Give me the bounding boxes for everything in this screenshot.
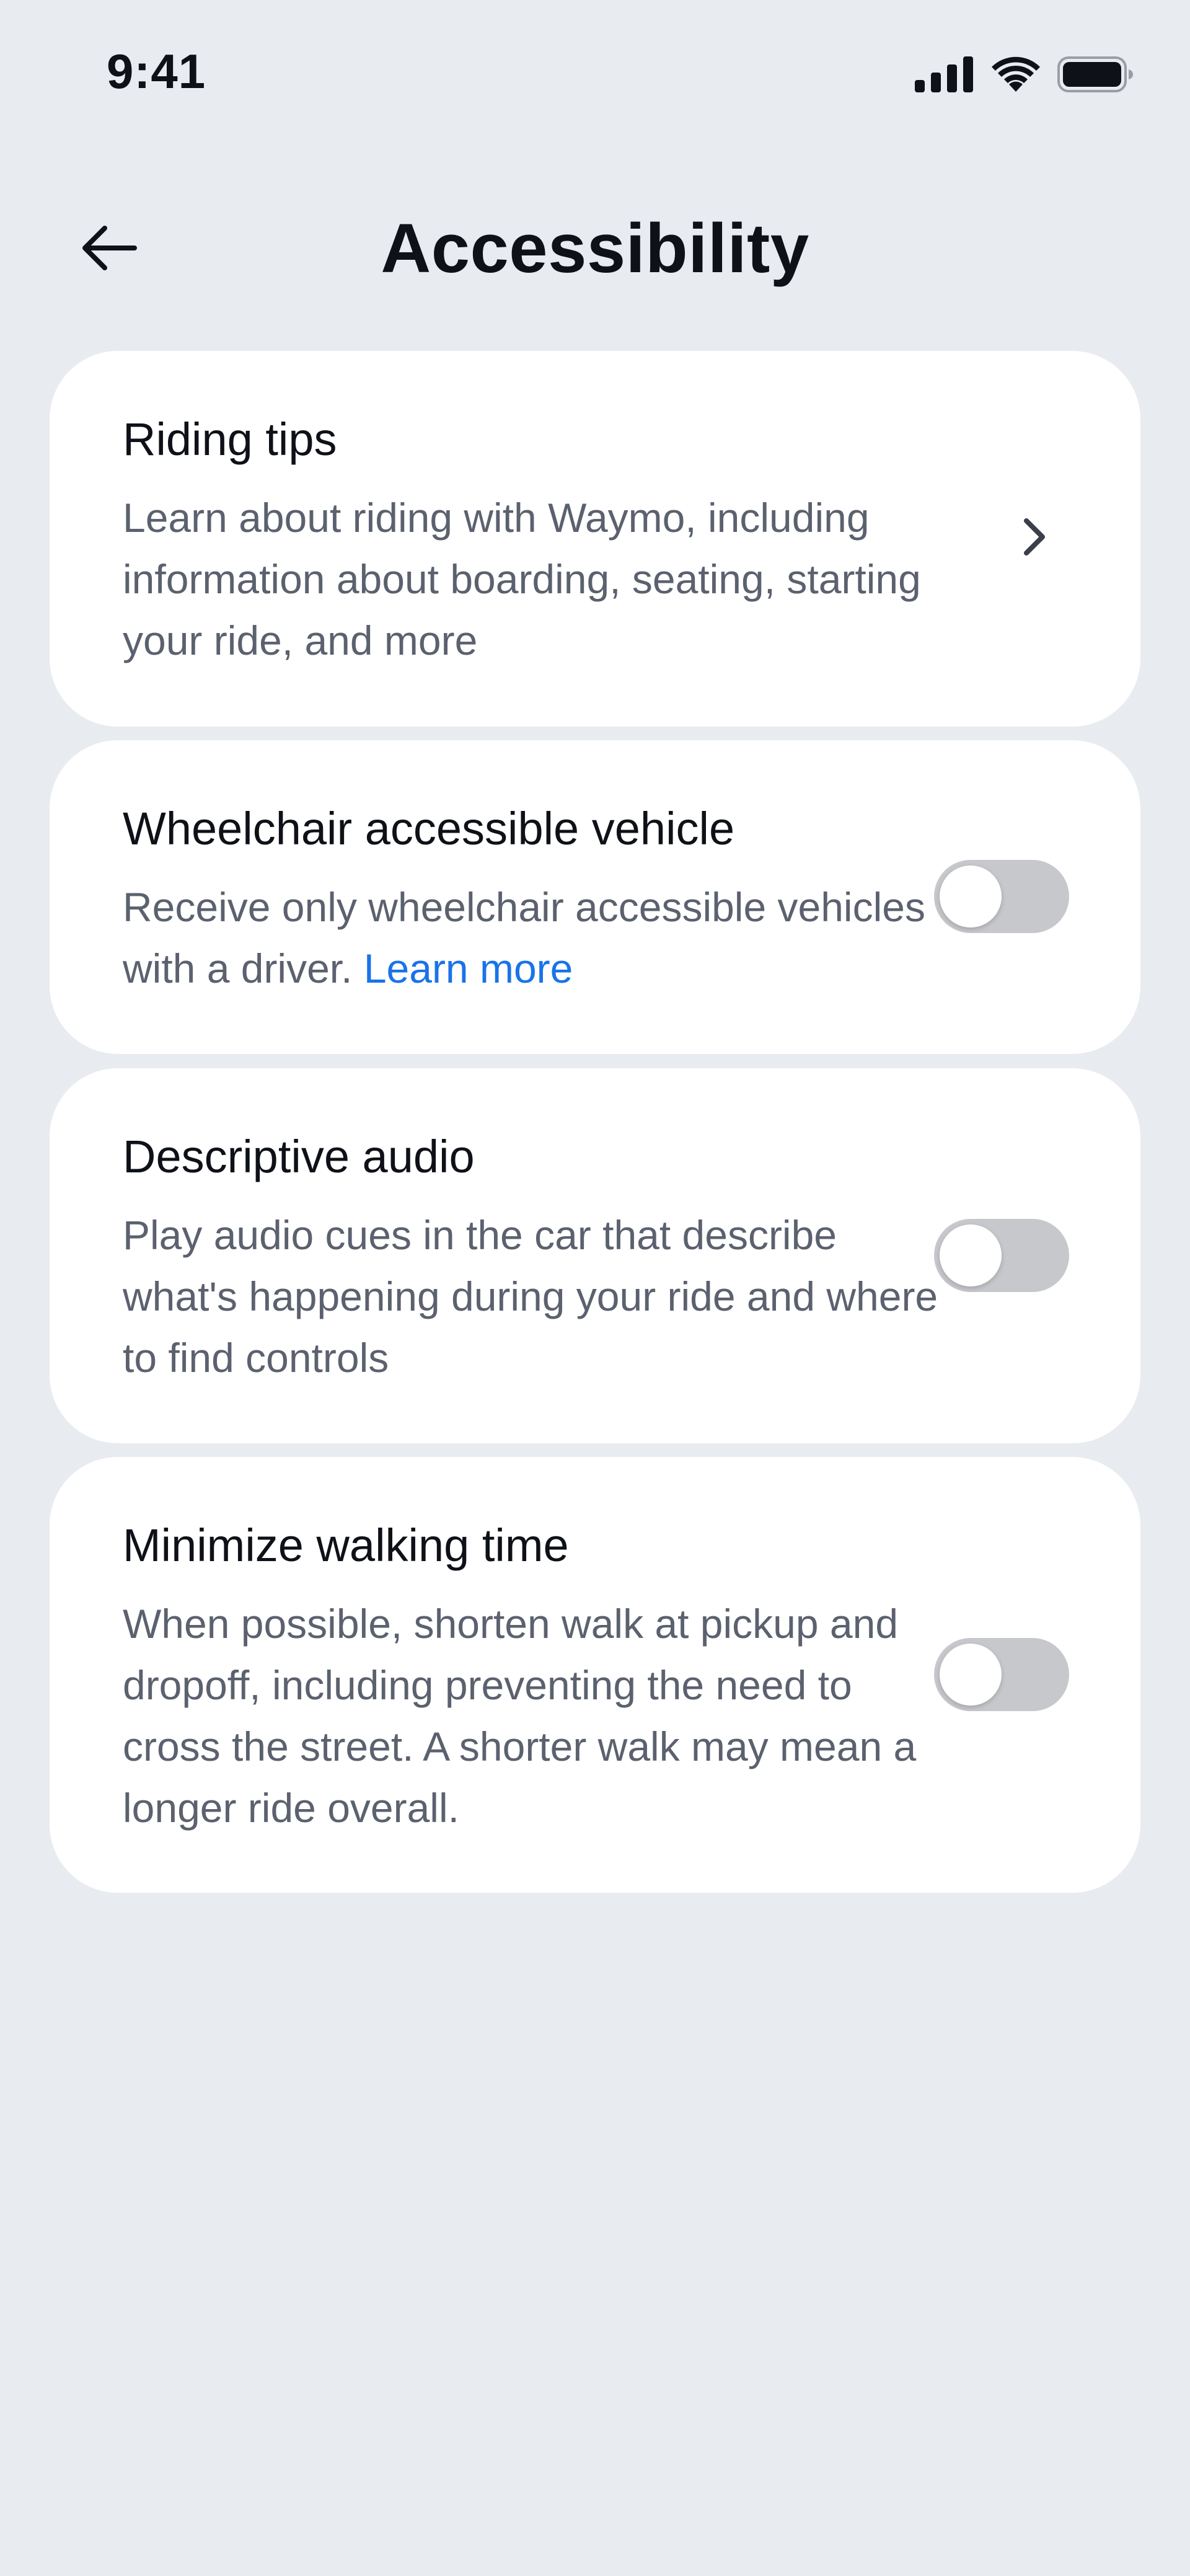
minimize-walking-toggle[interactable] bbox=[934, 1638, 1069, 1711]
wheelchair-vehicle-card: Wheelchair accessible vehicle Receive on… bbox=[50, 740, 1140, 1054]
riding-tips-title: Riding tips bbox=[123, 414, 337, 465]
riding-tips-card[interactable]: Riding tips Learn about riding with Waym… bbox=[50, 351, 1140, 727]
minimize-walking-title: Minimize walking time bbox=[123, 1520, 569, 1571]
status-icons bbox=[915, 56, 1134, 93]
descriptive-audio-description: Play audio cues in the car that describe… bbox=[123, 1212, 938, 1381]
toggle-knob bbox=[940, 865, 1002, 927]
descriptive-audio-toggle[interactable] bbox=[934, 1219, 1069, 1292]
wheelchair-vehicle-toggle[interactable] bbox=[934, 860, 1069, 933]
status-bar: 9:41 bbox=[0, 0, 1190, 149]
page-title: Accessibility bbox=[381, 210, 809, 287]
wifi-icon bbox=[992, 56, 1040, 92]
minimize-walking-description: When possible, shorten walk at pickup an… bbox=[123, 1601, 917, 1831]
riding-tips-chevron[interactable] bbox=[1004, 506, 1066, 568]
descriptive-audio-card: Descriptive audio Play audio cues in the… bbox=[50, 1068, 1140, 1443]
wheelchair-vehicle-description: Receive only wheelchair accessible vehic… bbox=[123, 877, 947, 999]
toggle-knob bbox=[940, 1644, 1002, 1706]
battery-icon bbox=[1057, 56, 1133, 92]
header: Accessibility bbox=[0, 186, 1190, 310]
wheelchair-vehicle-title: Wheelchair accessible vehicle bbox=[123, 803, 735, 854]
minimize-walking-card: Minimize walking time When possible, sho… bbox=[50, 1457, 1140, 1893]
signal-icon bbox=[915, 56, 973, 92]
riding-tips-description: Learn about riding with Waymo, including… bbox=[123, 495, 921, 663]
learn-more-link[interactable]: Learn more bbox=[364, 945, 573, 991]
toggle-knob bbox=[940, 1224, 1002, 1286]
status-time: 9:41 bbox=[107, 44, 206, 99]
chevron-right-icon bbox=[1024, 518, 1045, 555]
descriptive-audio-title: Descriptive audio bbox=[123, 1131, 475, 1182]
